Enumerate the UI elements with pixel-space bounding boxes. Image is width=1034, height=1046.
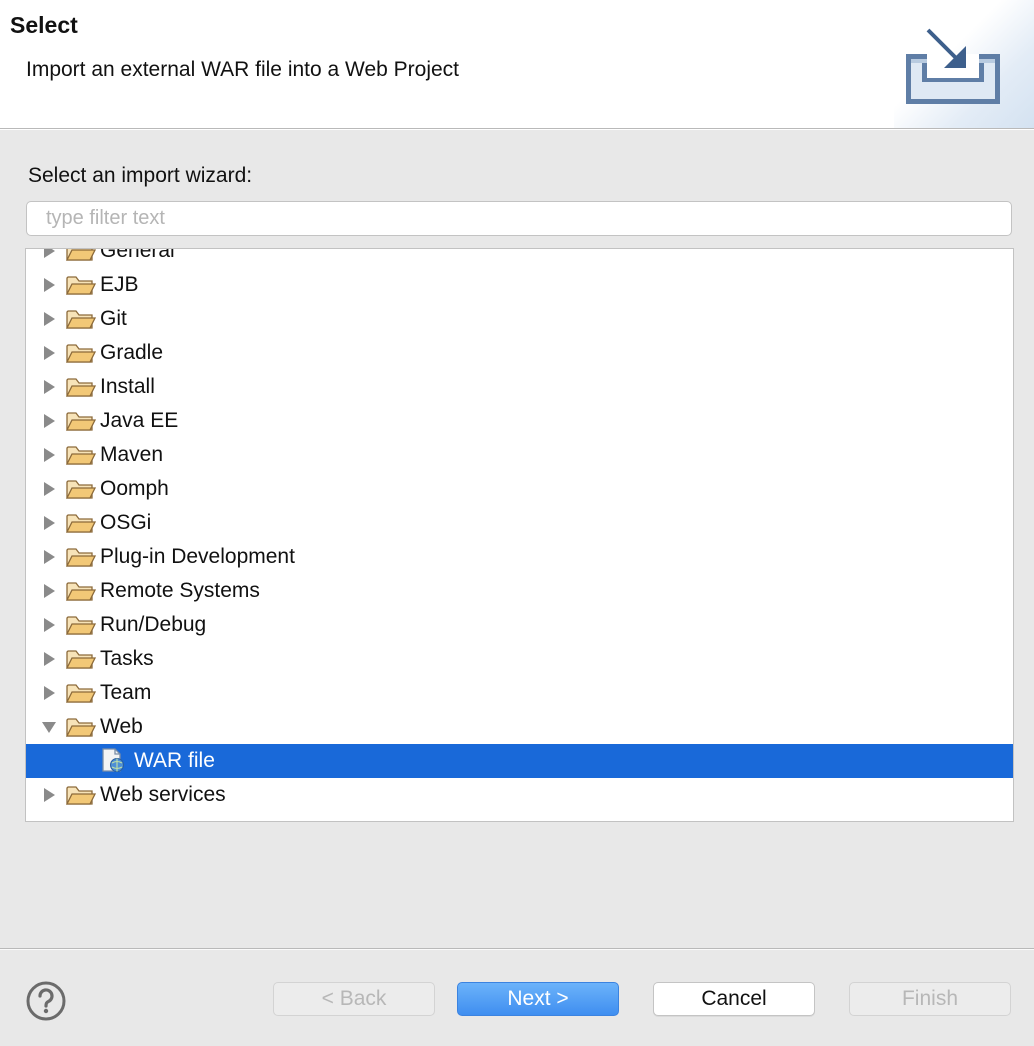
chevron-right-icon[interactable] [42, 312, 56, 326]
tree-item-label: Oomph [100, 477, 169, 500]
header-separator [0, 129, 1034, 130]
folder-icon [66, 249, 96, 261]
folder-icon [66, 344, 96, 363]
tree-folder-item[interactable]: Java EE [26, 404, 1013, 438]
tree-item-label: Run/Debug [100, 613, 207, 636]
tree-folder-item[interactable]: Maven [26, 438, 1013, 472]
tree-folder-item[interactable]: Team [26, 676, 1013, 710]
tree-item-label: Team [100, 681, 152, 704]
cancel-button[interactable]: Cancel [653, 982, 815, 1016]
footer-separator-highlight [0, 949, 1034, 950]
tree-item-label: General [100, 248, 175, 262]
tree-item-label: Web services [100, 783, 226, 806]
page-title: Select [10, 12, 78, 38]
folder-icon [66, 480, 96, 499]
chevron-right-icon[interactable] [42, 652, 56, 666]
chevron-right-icon[interactable] [42, 448, 56, 462]
folder-icon [66, 276, 96, 295]
chevron-right-icon[interactable] [42, 686, 56, 700]
tree-item-label: Install [100, 375, 155, 398]
chevron-right-icon[interactable] [42, 380, 56, 394]
war-file-icon [102, 748, 124, 772]
folder-icon [66, 412, 96, 431]
tree-folder-item[interactable]: Git [26, 302, 1013, 336]
folder-icon [66, 582, 96, 601]
tree-item-label: Java EE [100, 409, 179, 432]
tree-folder-item[interactable]: Install [26, 370, 1013, 404]
tree-item-label: OSGi [100, 511, 152, 534]
folder-icon [66, 684, 96, 703]
tree-item-label: Plug-in Development [100, 545, 295, 568]
chevron-right-icon[interactable] [42, 550, 56, 564]
chevron-right-icon[interactable] [42, 482, 56, 496]
import-wizard-label: Select an import wizard: [28, 164, 253, 187]
tree-item-label: Web [100, 715, 143, 738]
finish-button[interactable]: Finish [849, 982, 1011, 1016]
wizard-tree[interactable]: General EJB Git Gradle Install Java EE Maven Oo… [25, 248, 1014, 822]
folder-icon [66, 378, 96, 397]
chevron-right-icon[interactable] [42, 414, 56, 428]
tree-item-label: Gradle [100, 341, 164, 364]
folder-icon [66, 514, 96, 533]
tree-folder-item[interactable]: Web [26, 710, 1013, 744]
dialog-header: Select Import an external WAR file into … [0, 0, 1034, 129]
tree-folder-item[interactable]: Remote Systems [26, 574, 1013, 608]
folder-icon [66, 718, 96, 737]
tree-item-label: Maven [100, 443, 164, 466]
help-icon[interactable] [25, 980, 67, 1022]
tree-folder-item[interactable]: OSGi [26, 506, 1013, 540]
page-description: Import an external WAR file into a Web P… [26, 58, 460, 81]
tree-item-label: Tasks [100, 647, 154, 670]
tree-folder-item[interactable]: EJB [26, 268, 1013, 302]
tree-item-label: EJB [100, 273, 139, 296]
chevron-right-icon[interactable] [42, 346, 56, 360]
folder-icon [66, 310, 96, 329]
tree-folder-item[interactable]: Run/Debug [26, 608, 1013, 642]
import-wizard-banner-icon [906, 28, 1000, 104]
chevron-right-icon[interactable] [42, 248, 56, 258]
folder-icon [66, 548, 96, 567]
chevron-right-icon[interactable] [42, 516, 56, 530]
chevron-down-icon[interactable] [42, 720, 56, 734]
folder-icon [66, 616, 96, 635]
tree-folder-item[interactable]: Oomph [26, 472, 1013, 506]
chevron-right-icon[interactable] [42, 584, 56, 598]
tree-folder-item[interactable]: Web services [26, 778, 1013, 812]
chevron-right-icon[interactable] [42, 618, 56, 632]
back-button[interactable]: < Back [273, 982, 435, 1016]
chevron-right-icon[interactable] [42, 278, 56, 292]
tree-folder-item[interactable]: Gradle [26, 336, 1013, 370]
tree-folder-item[interactable]: General [26, 248, 1013, 268]
tree-item-label: Remote Systems [100, 579, 260, 602]
filter-input[interactable] [26, 201, 1012, 236]
folder-icon [66, 650, 96, 669]
wizard-item[interactable]: WAR file [26, 744, 1013, 778]
folder-icon [66, 786, 96, 805]
tree-folder-item[interactable]: Plug-in Development [26, 540, 1013, 574]
tree-item-label: WAR file [134, 749, 215, 772]
folder-icon [66, 446, 96, 465]
tree-item-label: Git [100, 307, 127, 330]
wizard-tree-content: General EJB Git Gradle Install Java EE Maven Oo… [26, 248, 1013, 812]
tree-folder-item[interactable]: Tasks [26, 642, 1013, 676]
chevron-right-icon[interactable] [42, 788, 56, 802]
next-button[interactable]: Next > [457, 982, 619, 1016]
